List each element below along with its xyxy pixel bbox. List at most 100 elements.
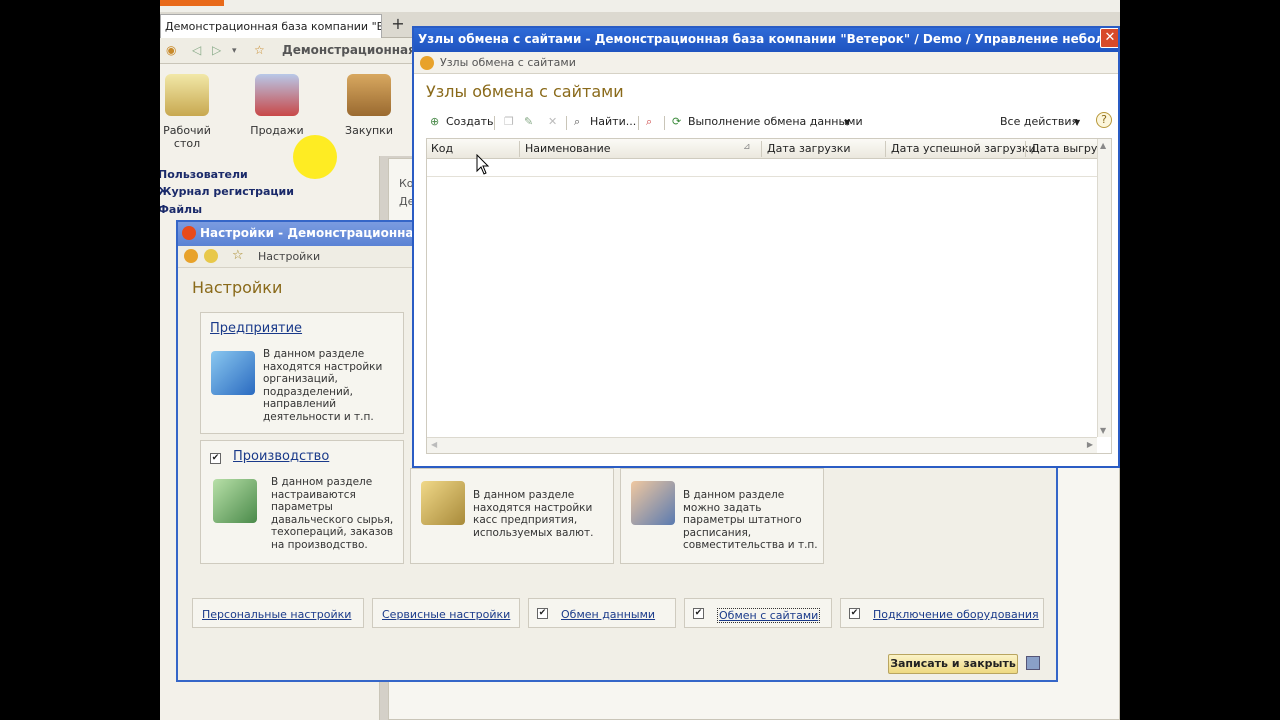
app-logo-icon (182, 226, 196, 240)
nodes-heading: Узлы обмена с сайтами (426, 82, 624, 101)
forward-icon[interactable]: ▷ (212, 43, 221, 57)
save-and-close-button[interactable]: Записать и закрыть (888, 654, 1018, 674)
save-icon[interactable] (1026, 656, 1040, 670)
mouse-pointer-icon (476, 154, 490, 175)
link-personal-settings: Персональные настройки (192, 598, 364, 628)
link-files[interactable]: Файлы (160, 203, 202, 216)
building-icon (211, 351, 255, 395)
nodes-breadcrumb: Узлы обмена с сайтами (440, 56, 576, 69)
col-separator (519, 141, 520, 157)
equipment-checkbox[interactable]: ✔ (849, 608, 860, 619)
factory-icon (213, 479, 257, 523)
section-desktop[interactable]: Рабочий стол (160, 74, 222, 150)
all-actions-button[interactable]: Все действия (1000, 115, 1078, 128)
close-icon[interactable]: ✕ (1100, 28, 1118, 48)
col-upload-date[interactable]: Дата выгру (1031, 142, 1097, 155)
settings-breadcrumb: Настройки (258, 250, 321, 263)
col-name[interactable]: Наименование (525, 142, 610, 155)
link-event-log[interactable]: Журнал регистрации (160, 185, 294, 198)
vertical-scrollbar[interactable]: ▲ ▼ (1097, 139, 1111, 437)
section-sales[interactable]: Продажи (242, 74, 312, 137)
card-finance: В данном разделе находятся настройки кас… (410, 468, 614, 564)
equipment-link[interactable]: Подключение оборудования (873, 608, 1039, 621)
top-strip (160, 0, 1120, 12)
person-icon (631, 481, 675, 525)
create-button[interactable]: Создать (446, 115, 494, 128)
card-production: ✔ Производство В данном разделе настраив… (200, 440, 404, 564)
delete-icon[interactable]: ✕ (548, 115, 557, 128)
link-users[interactable]: Пользователи (160, 168, 248, 181)
toolbar-separator (638, 116, 639, 130)
table-row[interactable] (427, 159, 1097, 177)
scroll-left-icon[interactable]: ◀ (431, 440, 437, 449)
edit-pencil-icon[interactable]: ✎ (524, 115, 533, 128)
boxes-icon (347, 74, 391, 116)
menu-icon[interactable]: ◉ (166, 43, 176, 57)
link-equipment: ✔ Подключение оборудования (840, 598, 1044, 628)
favorites-star-icon[interactable]: ☆ (232, 248, 244, 263)
section-purchases[interactable]: Закупки (334, 74, 404, 137)
col-separator (885, 141, 886, 157)
back-icon[interactable]: ◁ (192, 43, 201, 57)
finance-desc: В данном разделе находятся настройки кас… (473, 489, 594, 539)
history-dropdown-icon[interactable]: ▾ (232, 46, 237, 56)
copy-icon[interactable]: ❐ (504, 115, 514, 128)
col-code[interactable]: Код (431, 142, 453, 155)
production-checkbox[interactable]: ✔ (210, 453, 221, 464)
new-tab-icon[interactable]: + (388, 15, 408, 35)
favorites-star-icon[interactable]: ☆ (254, 43, 265, 57)
exchange-button[interactable]: Выполнение обмена данными (688, 115, 863, 128)
actions-icon[interactable] (204, 249, 218, 263)
staff-desc: В данном разделе можно задать параметры … (683, 489, 818, 551)
nodes-table[interactable]: Код Наименование ⊿ Дата загрузки Дата ус… (426, 138, 1112, 454)
link-site-exchange: ✔ Обмен с сайтами (684, 598, 832, 628)
chevron-down-icon[interactable]: ▼ (1074, 118, 1080, 127)
card-staff: В данном разделе можно задать параметры … (620, 468, 824, 564)
scroll-up-icon[interactable]: ▲ (1100, 141, 1106, 150)
nav-title: Демонстрационная б (282, 43, 429, 57)
site-exchange-link[interactable]: Обмен с сайтами (717, 608, 821, 623)
chevron-down-icon[interactable]: ▼ (844, 118, 850, 127)
enterprise-link[interactable]: Предприятие (210, 321, 302, 336)
enterprise-desc: В данном разделе находятся настройки орг… (263, 348, 383, 423)
sort-icon: ⊿ (743, 142, 751, 152)
exchange-nodes-window: Узлы обмена с сайтами - Демонстрационная… (412, 26, 1120, 468)
app-menu-icon[interactable] (184, 249, 198, 263)
data-exchange-checkbox[interactable]: ✔ (537, 608, 548, 619)
nodes-toolbar: ⊕ Создать ❐ ✎ ✕ ⌕ Найти... ⌕ ⟳ Выполнени… (414, 112, 1118, 134)
table-header: Код Наименование ⊿ Дата загрузки Дата ус… (427, 139, 1097, 159)
nodes-titlebar[interactable]: Узлы обмена с сайтами - Демонстрационная… (414, 28, 1118, 52)
col-separator (761, 141, 762, 157)
section-label: Продажи (250, 124, 304, 137)
personal-settings-link[interactable]: Персональные настройки (202, 608, 351, 621)
col-success-load-date[interactable]: Дата успешной загрузки (891, 142, 1036, 155)
section-label: Закупки (345, 124, 393, 137)
help-icon[interactable]: ? (1096, 112, 1112, 128)
find-button[interactable]: Найти... (590, 115, 636, 128)
exchange-refresh-icon: ⟳ (672, 115, 682, 128)
cancel-search-icon[interactable]: ⌕ (646, 115, 652, 129)
orange-strip (160, 0, 224, 6)
app-screen: Демонстрационная база компании "Ветер...… (160, 0, 1120, 720)
shopping-basket-icon (255, 74, 299, 116)
col-load-date[interactable]: Дата загрузки (767, 142, 850, 155)
site-exchange-checkbox[interactable]: ✔ (693, 608, 704, 619)
coins-icon (421, 481, 465, 525)
nodes-subbar: Узлы обмена с сайтами (414, 52, 1118, 74)
app-tab[interactable]: Демонстрационная база компании "Ветер... (160, 14, 382, 38)
nodes-window-title: Узлы обмена с сайтами - Демонстрационная… (418, 32, 1118, 46)
scroll-right-icon[interactable]: ▶ (1087, 440, 1093, 449)
data-exchange-link[interactable]: Обмен данными (561, 608, 655, 621)
app-menu-icon[interactable] (420, 56, 434, 70)
create-plus-icon: ⊕ (430, 115, 440, 128)
search-icon: ⌕ (574, 115, 581, 128)
toolbar-separator (664, 116, 665, 130)
link-service-settings: Сервисные настройки (372, 598, 520, 628)
production-link[interactable]: Производство (233, 449, 329, 464)
service-settings-link[interactable]: Сервисные настройки (382, 608, 510, 621)
scroll-down-icon[interactable]: ▼ (1100, 426, 1106, 435)
toolbar-separator (566, 116, 567, 130)
horizontal-scrollbar[interactable]: ◀ ▶ (427, 437, 1097, 453)
link-data-exchange: ✔ Обмен данными (528, 598, 676, 628)
col-separator (1025, 141, 1026, 157)
